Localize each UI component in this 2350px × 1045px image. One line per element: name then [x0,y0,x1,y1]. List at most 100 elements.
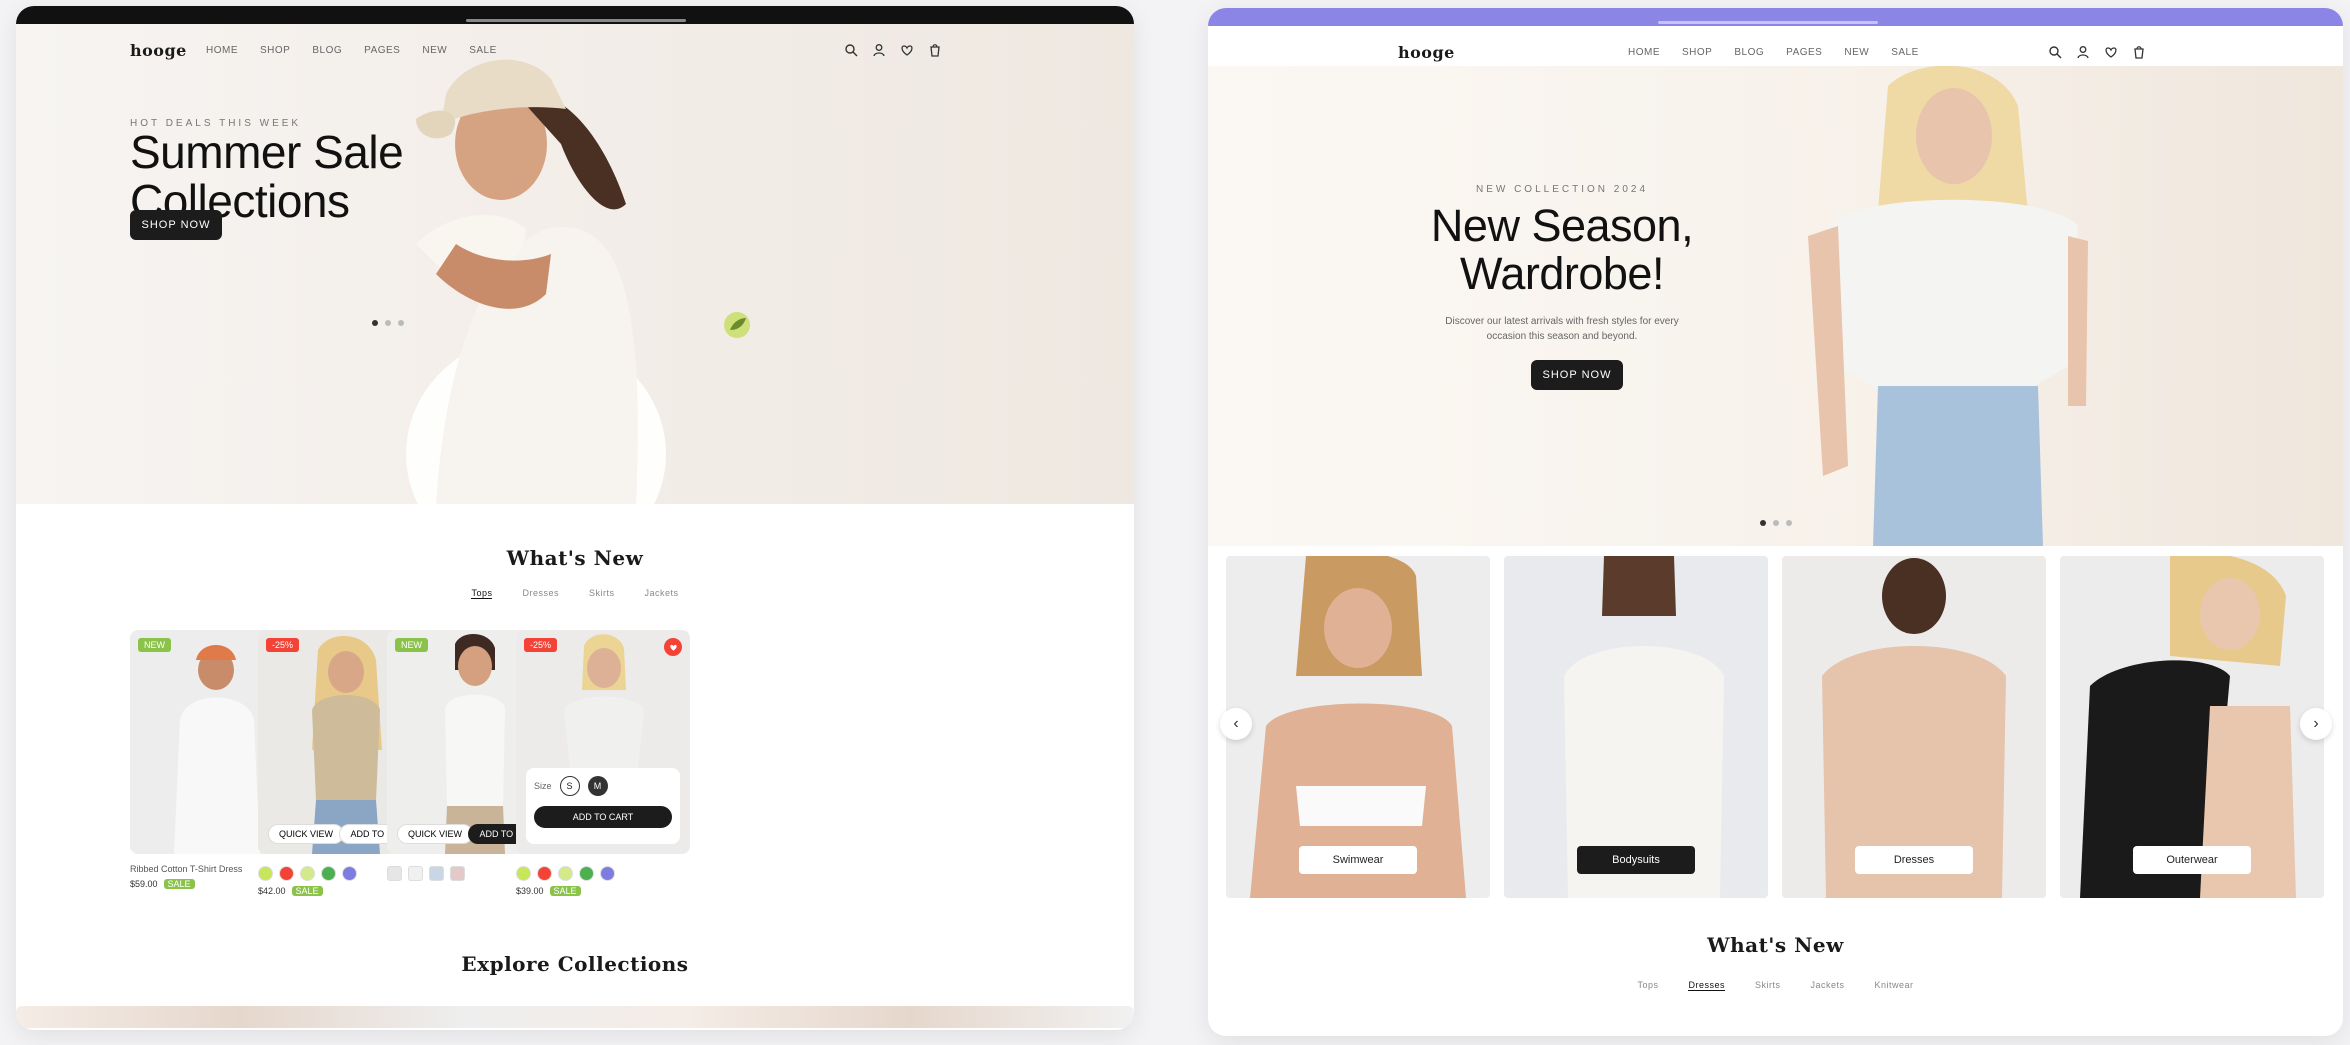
menu-item-home[interactable]: HOME [206,45,238,56]
menu-item-shop[interactable]: SHOP [1682,47,1712,58]
swatch[interactable] [408,866,423,881]
product-image[interactable]: -25% Size S M ADD TO CART [516,630,690,854]
product-price: $39.00 SALE [516,886,690,896]
tab-tops[interactable]: Tops [471,588,493,599]
hero-title-line2: Wardrobe! [1460,248,1664,300]
swatch[interactable] [579,866,594,881]
swatch[interactable] [600,866,615,881]
hero-desc-line1: Discover our latest arrivals with fresh … [1445,316,1679,327]
hero-banner: HOT DEALS THIS WEEK Summer Sale Collecti… [16,24,1134,504]
hero-slider-dots[interactable] [1760,520,1792,526]
hero-slider-dots[interactable] [372,320,404,326]
menu-item-sale[interactable]: SALE [469,45,497,56]
quick-add-panel: Size S M ADD TO CART [526,768,680,844]
sale-tag: SALE [549,886,581,896]
header-icons [844,43,942,57]
size-label: Size [534,781,552,791]
size-selector: Size S M [534,776,672,796]
menu-item-new[interactable]: NEW [422,45,447,56]
hero-banner: NEW COLLECTION 2024 New Season, Wardrobe… [1208,66,2343,546]
category-label[interactable]: Dresses [1855,846,1973,874]
menu-item-new[interactable]: NEW [1844,47,1869,58]
product-badge: -25% [266,638,300,652]
swatch[interactable] [450,866,465,881]
swatch[interactable] [300,866,315,881]
swatch[interactable] [516,866,531,881]
whats-new-title: What's New [1707,933,1844,957]
menu-item-pages[interactable]: PAGES [364,45,400,56]
tab-dresses[interactable]: Dresses [1688,980,1725,991]
tab-jackets[interactable]: Jackets [645,588,679,599]
collections-strip[interactable] [16,1006,1134,1028]
tab-knitwear[interactable]: Knitwear [1875,980,1914,991]
shop-now-button[interactable]: SHOP NOW [1531,360,1623,390]
hero-eyebrow: NEW COLLECTION 2024 [1475,184,1649,195]
category-label[interactable]: Swimwear [1299,846,1417,874]
hero-desc-line2: occasion this season and beyond. [1486,331,1638,342]
tab-tops[interactable]: Tops [1637,980,1658,991]
hero-title-line1: New Season, [1430,200,1694,251]
product-price: $42.00 SALE [258,886,432,896]
add-to-cart-button[interactable]: ADD TO CART [534,806,672,828]
wishlist-icon[interactable] [2104,45,2118,59]
shop-now-button[interactable]: SHOP NOW [130,210,222,240]
size-option-m[interactable]: M [587,776,608,796]
category-label[interactable]: Outerwear [2133,846,2251,874]
category-label[interactable]: Bodysuits [1577,846,1695,874]
menu-item-home[interactable]: HOME [1628,47,1660,58]
main-menu: HOME SHOP BLOG PAGES NEW SALE [1628,47,1919,58]
cart-icon[interactable] [2132,45,2146,59]
logo[interactable]: hooge [1398,43,1455,62]
category-tile-swimwear[interactable]: Swimwear [1226,556,1490,898]
product-tabs: Tops Dresses Skirts Jackets [16,588,1134,599]
explore-collections-title: Explore Collections [461,952,689,976]
quick-view-button[interactable]: QUICK VIEW [397,824,474,844]
swatch[interactable] [387,866,402,881]
whats-new-title: What's New [506,546,644,570]
size-option-s[interactable]: S [559,776,580,796]
user-icon[interactable] [2076,45,2090,59]
menu-item-sale[interactable]: SALE [1891,47,1919,58]
hero-title: New Season, Wardrobe! [1208,200,1916,300]
tab-skirts[interactable]: Skirts [589,588,615,599]
wishlist-heart-icon[interactable] [664,638,682,656]
announcement-bar: . [16,6,1134,24]
search-icon[interactable] [2048,45,2062,59]
menu-item-shop[interactable]: SHOP [260,45,290,56]
color-swatches [516,866,690,881]
tab-jackets[interactable]: Jackets [1811,980,1845,991]
category-tile-dresses[interactable]: Dresses [1782,556,2046,898]
swatch[interactable] [258,866,273,881]
category-tile-bodysuits[interactable]: Bodysuits [1504,556,1768,898]
swatch[interactable] [558,866,573,881]
quick-view-button[interactable]: QUICK VIEW [268,824,345,844]
hero-title-line1: Summer Sale [130,126,404,178]
header-icons [2048,45,2146,59]
sale-tag: SALE [163,879,195,889]
sale-tag: SALE [291,886,323,896]
tab-dresses[interactable]: Dresses [522,588,559,599]
left-store-preview: . HOT DEALS THIS WEEK Summer Sale Collec… [16,6,1134,1030]
menu-item-blog[interactable]: BLOG [1734,47,1764,58]
carousel-prev-arrow-icon[interactable]: ‹ [1220,708,1252,740]
swatch[interactable] [429,866,444,881]
swatch[interactable] [279,866,294,881]
carousel-next-arrow-icon[interactable]: › [2300,708,2332,740]
product-badge: -25% [524,638,558,652]
price-value: $39.00 [516,886,544,896]
menu-item-blog[interactable]: BLOG [312,45,342,56]
logo[interactable]: hooge [130,41,187,60]
cart-icon[interactable] [928,43,942,57]
category-tile-outerwear[interactable]: Outerwear [2060,556,2324,898]
search-icon[interactable] [844,43,858,57]
swatch[interactable] [321,866,336,881]
product-card[interactable]: -25% Size S M ADD TO CART $39.00 SALE [516,630,690,896]
wishlist-icon[interactable] [900,43,914,57]
user-icon[interactable] [872,43,886,57]
menu-item-pages[interactable]: PAGES [1786,47,1822,58]
swatch[interactable] [342,866,357,881]
header-nav: hooge HOME SHOP BLOG PAGES NEW SALE [16,24,1134,76]
hero-model-image [406,59,666,504]
tab-skirts[interactable]: Skirts [1755,980,1781,991]
swatch[interactable] [537,866,552,881]
